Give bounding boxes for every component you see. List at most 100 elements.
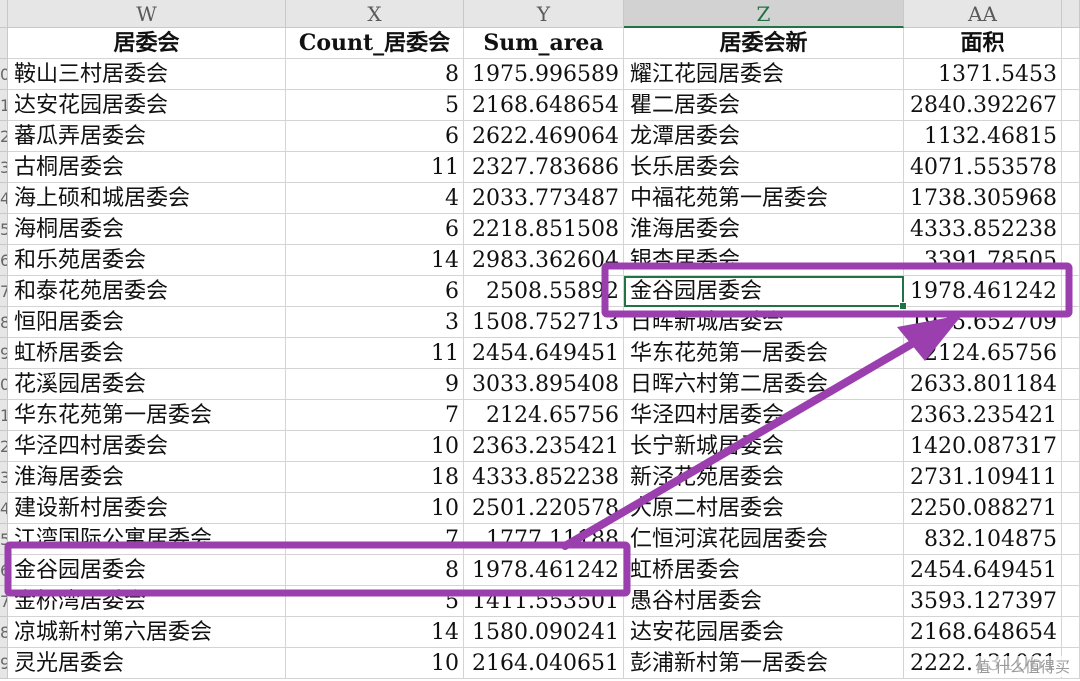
table-cell-aa[interactable]: 2124.65756 bbox=[904, 338, 1062, 369]
row-number[interactable]: 4 bbox=[0, 183, 8, 214]
table-cell-y[interactable]: 2454.649451 bbox=[464, 338, 624, 369]
table-cell-aa[interactable]: 2250.088271 bbox=[904, 493, 1062, 524]
table-cell-x[interactable]: 7 bbox=[286, 524, 464, 555]
table-cell-y[interactable]: 1508.752713 bbox=[464, 307, 624, 338]
table-cell-w[interactable]: 金谷园居委会 bbox=[8, 555, 286, 586]
table-cell-w[interactable]: 江湾国际公寓居委会 bbox=[8, 524, 286, 555]
table-cell-y[interactable]: 2363.235421 bbox=[464, 431, 624, 462]
table-cell[interactable] bbox=[1062, 493, 1080, 524]
table-cell-x[interactable]: 3 bbox=[286, 307, 464, 338]
table-cell-x[interactable]: 11 bbox=[286, 338, 464, 369]
table-cell-z[interactable]: 日晖六村第二居委会 bbox=[624, 369, 904, 400]
table-cell-aa[interactable]: 1978.461242 bbox=[904, 276, 1062, 307]
table-cell-x[interactable]: 5 bbox=[286, 586, 464, 617]
table-cell-y[interactable]: 1580.090241 bbox=[464, 617, 624, 648]
table-cell-aa[interactable]: 1132.46815 bbox=[904, 121, 1062, 152]
table-cell-aa[interactable]: 1738.305968 bbox=[904, 183, 1062, 214]
table-cell-x[interactable]: 14 bbox=[286, 245, 464, 276]
table-cell-w[interactable]: 恒阳居委会 bbox=[8, 307, 286, 338]
table-cell[interactable] bbox=[1062, 307, 1080, 338]
table-cell-aa[interactable]: 3391.78505 bbox=[904, 245, 1062, 276]
table-cell[interactable] bbox=[1062, 586, 1080, 617]
table-cell-z[interactable]: 彭浦新村第一居委会 bbox=[624, 648, 904, 679]
row-number[interactable]: 1 bbox=[0, 400, 8, 431]
table-cell-z[interactable]: 新泾花苑居委会 bbox=[624, 462, 904, 493]
table-cell-z[interactable]: 耀江花园居委会 bbox=[624, 59, 904, 90]
table-cell-y[interactable]: 2124.65756 bbox=[464, 400, 624, 431]
table-cell-z[interactable]: 长乐居委会 bbox=[624, 152, 904, 183]
column-header-x[interactable]: X bbox=[286, 0, 464, 28]
row-number[interactable]: 7 bbox=[0, 586, 8, 617]
row-number[interactable]: 9 bbox=[0, 338, 8, 369]
table-cell-z[interactable]: 龙潭居委会 bbox=[624, 121, 904, 152]
table-cell-aa[interactable]: 832.104875 bbox=[904, 524, 1062, 555]
table-cell-z[interactable]: 虹桥居委会 bbox=[624, 555, 904, 586]
table-cell-y[interactable]: 3033.895408 bbox=[464, 369, 624, 400]
table-cell-y[interactable]: 1975.996589 bbox=[464, 59, 624, 90]
row-number[interactable]: 7 bbox=[0, 276, 8, 307]
table-cell-aa[interactable]: 4333.852238 bbox=[904, 214, 1062, 245]
table-cell-w[interactable]: 灵光居委会 bbox=[8, 648, 286, 679]
header-cell-aa[interactable]: 面积 bbox=[904, 28, 1062, 59]
table-cell-w[interactable]: 淮海居委会 bbox=[8, 462, 286, 493]
row-number[interactable]: 3 bbox=[0, 152, 8, 183]
table-cell[interactable] bbox=[1062, 617, 1080, 648]
row-number[interactable]: 0 bbox=[0, 59, 8, 90]
table-cell-aa[interactable]: 2840.392267 bbox=[904, 90, 1062, 121]
table-cell-z[interactable]: 瞿二居委会 bbox=[624, 90, 904, 121]
row-number[interactable]: 3 bbox=[0, 462, 8, 493]
table-cell[interactable] bbox=[1062, 555, 1080, 586]
table-cell-x[interactable]: 10 bbox=[286, 431, 464, 462]
row-number[interactable]: 1 bbox=[0, 90, 8, 121]
row-number[interactable]: 2 bbox=[0, 431, 8, 462]
table-cell-w[interactable]: 花溪园居委会 bbox=[8, 369, 286, 400]
table-cell-w[interactable]: 凉城新村第六居委会 bbox=[8, 617, 286, 648]
table-cell-y[interactable]: 2622.469064 bbox=[464, 121, 624, 152]
table-cell-y[interactable]: 2508.55892 bbox=[464, 276, 624, 307]
table-cell-w[interactable]: 虹桥居委会 bbox=[8, 338, 286, 369]
table-cell-y[interactable]: 2033.773487 bbox=[464, 183, 624, 214]
row-number[interactable]: 8 bbox=[0, 617, 8, 648]
table-cell-aa[interactable]: 2633.801184 bbox=[904, 369, 1062, 400]
table-cell-z[interactable]: 日晖新城居委会 bbox=[624, 307, 904, 338]
table-cell-y[interactable]: 2218.851508 bbox=[464, 214, 624, 245]
header-cell-z[interactable]: 居委会新 bbox=[624, 28, 904, 59]
fill-handle[interactable] bbox=[899, 302, 907, 310]
table-cell[interactable] bbox=[1062, 183, 1080, 214]
table-cell-x[interactable]: 18 bbox=[286, 462, 464, 493]
header-cell-x[interactable]: Count_居委会 bbox=[286, 28, 464, 59]
table-cell-aa[interactable]: 1975.652709 bbox=[904, 307, 1062, 338]
table-cell-aa[interactable]: 1371.5453 bbox=[904, 59, 1062, 90]
table-cell-x[interactable]: 4 bbox=[286, 183, 464, 214]
table-cell-y[interactable]: 2501.220578 bbox=[464, 493, 624, 524]
table-cell-aa[interactable]: 2454.649451 bbox=[904, 555, 1062, 586]
table-cell-aa[interactable]: 2168.648654 bbox=[904, 617, 1062, 648]
table-cell[interactable] bbox=[1062, 431, 1080, 462]
table-cell-z[interactable]: 淮海居委会 bbox=[624, 214, 904, 245]
table-cell[interactable] bbox=[1062, 245, 1080, 276]
row-number[interactable] bbox=[0, 28, 8, 59]
column-header-y[interactable]: Y bbox=[464, 0, 624, 28]
table-cell-w[interactable]: 金桥湾居委会 bbox=[8, 586, 286, 617]
table-cell[interactable] bbox=[1062, 59, 1080, 90]
table-cell-aa[interactable]: 1420.087317 bbox=[904, 431, 1062, 462]
table-cell-y[interactable]: 2327.783686 bbox=[464, 152, 624, 183]
header-cell-y[interactable]: Sum_area bbox=[464, 28, 624, 59]
row-number[interactable]: 2 bbox=[0, 121, 8, 152]
table-cell[interactable] bbox=[1062, 152, 1080, 183]
table-cell-x[interactable]: 6 bbox=[286, 214, 464, 245]
table-cell-w[interactable]: 海桐居委会 bbox=[8, 214, 286, 245]
table-cell-x[interactable]: 8 bbox=[286, 555, 464, 586]
table-cell-z[interactable]: 银杏居委会 bbox=[624, 245, 904, 276]
table-cell[interactable] bbox=[1062, 90, 1080, 121]
row-number[interactable]: 5 bbox=[0, 214, 8, 245]
row-number[interactable]: 6 bbox=[0, 555, 8, 586]
row-number[interactable]: 8 bbox=[0, 307, 8, 338]
table-cell-x[interactable]: 11 bbox=[286, 152, 464, 183]
row-number[interactable]: 4 bbox=[0, 493, 8, 524]
column-header-aa[interactable]: AA bbox=[904, 0, 1062, 28]
table-cell-y[interactable]: 4333.852238 bbox=[464, 462, 624, 493]
row-number[interactable]: 9 bbox=[0, 648, 8, 679]
table-cell-aa[interactable]: 2363.235421 bbox=[904, 400, 1062, 431]
table-cell[interactable] bbox=[1062, 369, 1080, 400]
